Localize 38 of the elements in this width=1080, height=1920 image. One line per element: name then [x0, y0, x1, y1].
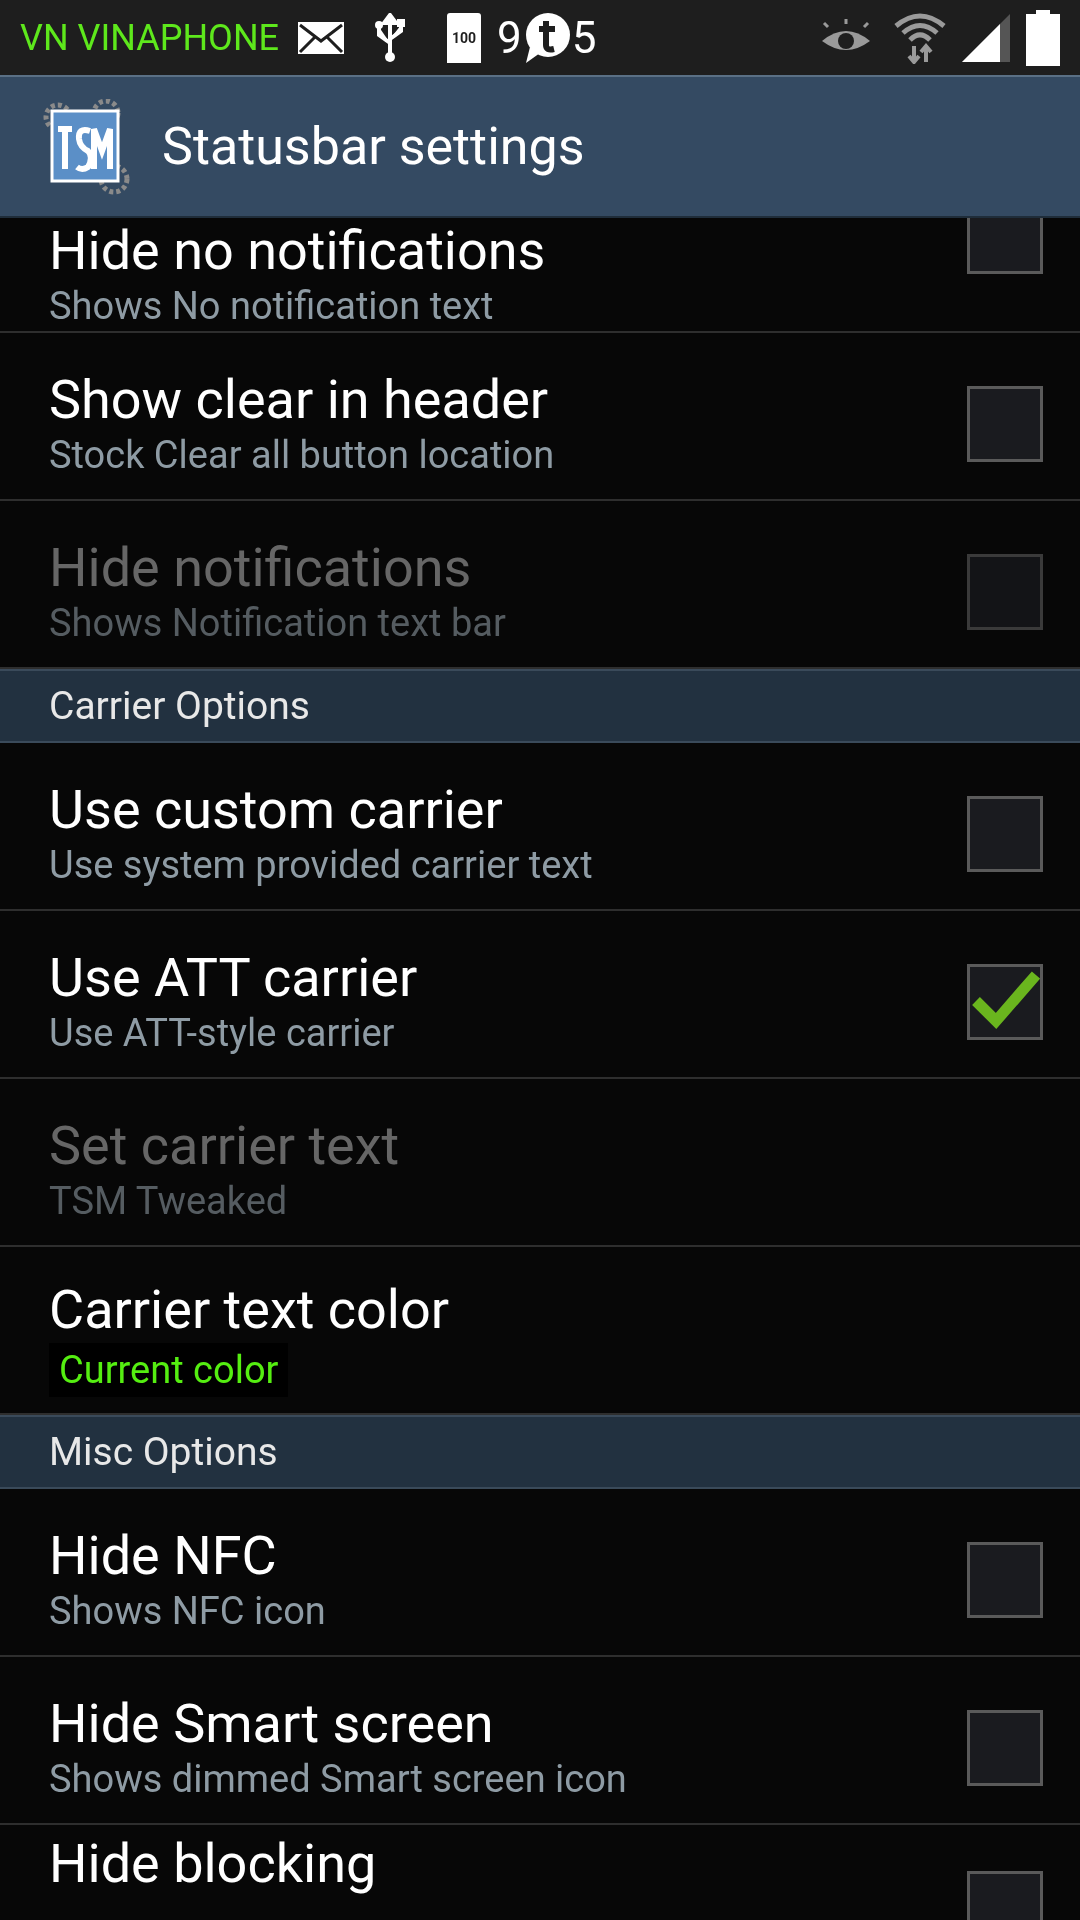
row-title: Hide Smart screen	[49, 1693, 495, 1755]
row-summary: Shows No notification text	[49, 282, 495, 330]
battery-icon	[1026, 9, 1060, 66]
row-title: Hide notifications	[49, 537, 473, 599]
row-summary: TSM Tweaked	[49, 1178, 289, 1225]
row-title: Use custom carrier	[49, 779, 504, 841]
row-summary: Shows NFC icon	[49, 1588, 326, 1635]
row-summary: Shows Notification text bar	[49, 600, 506, 647]
checkbox[interactable]	[967, 796, 1043, 872]
clock-digit: 9	[497, 10, 522, 66]
row-title: Set carrier text	[49, 1115, 400, 1177]
checkbox[interactable]	[967, 1542, 1043, 1618]
row-summary: Use system provided carrier text	[49, 842, 593, 889]
row-summary: Use ATT-style carrier	[49, 1010, 396, 1057]
settings-row[interactable]: Hide no notifications Shows No notification text	[0, 218, 1080, 333]
checkbox[interactable]	[967, 964, 1043, 1040]
row-title: Hide NFC	[49, 1525, 278, 1587]
row-title: Hide blocking	[49, 1833, 377, 1895]
screen-title: Statusbar settings	[162, 114, 585, 179]
checkbox[interactable]	[967, 1710, 1043, 1786]
section-title: Misc Options	[49, 1427, 278, 1477]
checkbox[interactable]	[967, 386, 1043, 462]
row-title: Hide no notifications	[49, 219, 546, 282]
color-preview: Current color	[49, 1343, 289, 1397]
checkbox[interactable]	[967, 218, 1043, 274]
usb-icon	[373, 12, 408, 63]
wifi-icon	[894, 11, 946, 64]
storage-label: 100	[451, 30, 477, 45]
carrier-name: VN VINAPHONE	[20, 15, 280, 61]
row-title: Use ATT carrier	[49, 947, 418, 1009]
row-title: Show clear in header	[49, 369, 550, 431]
clock-digit: 5	[571, 10, 597, 66]
row-title: Carrier text color	[49, 1279, 450, 1341]
row-summary: Stock Clear all button location	[49, 432, 555, 479]
row-summary: Shows dimmed Smart screen icon	[49, 1756, 627, 1803]
section-title: Carrier Options	[49, 681, 310, 731]
envelope-icon	[297, 20, 346, 55]
signal-icon	[962, 13, 1010, 62]
